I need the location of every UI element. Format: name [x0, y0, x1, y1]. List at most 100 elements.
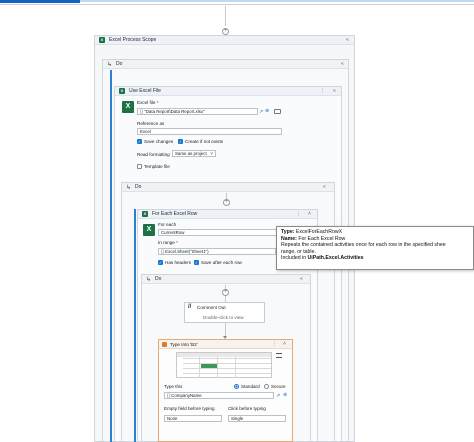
type-into-icon — [162, 342, 167, 347]
create-if-not-exists-checkbox[interactable]: ✓ — [178, 139, 183, 144]
read-formatting-select[interactable]: Same as project ˅ — [172, 150, 216, 157]
for-each-excel-row-title: For Each Excel Row — [152, 211, 198, 217]
read-formatting-label: Read formatting — [137, 152, 170, 157]
comment-out-hint: Double-click to view — [203, 315, 244, 320]
reference-as-input[interactable]: Excel — [137, 128, 282, 135]
excel-process-scope-title: Excel Process Scope — [109, 37, 157, 43]
reference-as-label: Reference as — [137, 121, 165, 126]
standard-label: Standard — [241, 384, 260, 389]
tooltip-included-prefix: Included in — [281, 255, 308, 262]
in-range-value: Excel.Sheet("Sheet1") — [165, 249, 209, 254]
expand-icon[interactable]: ↗ — [259, 109, 263, 115]
tooltip-name-label: Name: — [281, 235, 297, 242]
tooltip-description-line1: Repeats the contained activities once fo… — [281, 242, 446, 249]
type-this-label: Type this — [164, 384, 183, 389]
collapse-icon[interactable]: ˄ — [308, 211, 311, 217]
empty-field-value: None — [167, 416, 178, 421]
activity-tooltip: Type: ExcelForEachRowX Name: For Each Ex… — [276, 226, 474, 270]
more-options-icon[interactable]: ⋮ — [320, 88, 325, 94]
excel-icon: X — [99, 37, 105, 43]
read-formatting-value: Same as project — [175, 151, 207, 156]
add-circle-icon[interactable]: ⊕ — [265, 108, 269, 114]
tooltip-type-value: ExcelForEachRowX — [295, 229, 343, 235]
save-changes-checkbox[interactable]: ✓ — [137, 139, 142, 144]
type-this-input[interactable]: {} CompanyName — [164, 392, 274, 399]
tooltip-name-row: Name: For Each Excel Row — [281, 236, 469, 243]
use-excel-file-header[interactable]: X Use Excel File — [115, 87, 341, 96]
excel-icon: X — [119, 88, 125, 94]
expression-icon: {} — [140, 109, 143, 114]
folder-icon[interactable] — [274, 109, 281, 114]
tooltip-type-label: Type: — [281, 229, 295, 235]
top-progress-strip — [80, 0, 474, 2]
tooltip-name-value: For Each Excel Row — [298, 235, 346, 242]
type-this-value: CompanyName — [171, 393, 202, 398]
do-icon: ↳ — [126, 184, 132, 191]
do-inner-header[interactable]: ↳ Do — [122, 183, 334, 192]
required-marker: * — [176, 240, 178, 245]
chevron-down-icon: ˅ — [210, 151, 213, 156]
excel-file-input[interactable]: {} "Data Report\Data Report.xlsx" — [137, 108, 258, 115]
do-body-title: Do — [155, 276, 162, 282]
do-outer-header[interactable]: ↳ Do — [103, 60, 348, 69]
comment-out-title: Comment Out — [197, 305, 226, 310]
tooltip-description-line2: range, or table. — [281, 248, 316, 255]
expression-icon: {} — [167, 393, 170, 398]
top-tab-indicator — [0, 0, 80, 3]
do-icon: ↳ — [146, 276, 152, 283]
more-options-icon[interactable]: ⋮ — [296, 211, 301, 217]
do-outer-title: Do — [116, 61, 123, 67]
expand-icon[interactable]: ↗ — [276, 393, 280, 399]
more-options-icon[interactable]: ⋮ — [272, 341, 277, 347]
empty-field-select[interactable]: None — [164, 415, 222, 422]
tooltip-included-row: Included in UiPath.Excel.Activities — [281, 255, 469, 262]
template-file-checkbox[interactable] — [137, 164, 142, 169]
connector-line — [225, 6, 226, 26]
excel-file-icon: X — [122, 101, 134, 113]
expression-icon: {} — [161, 249, 164, 254]
empty-field-label: Empty field before typing — [164, 406, 215, 411]
collapse-icon[interactable]: « — [300, 276, 303, 282]
do-inner-title: Do — [135, 184, 142, 190]
add-activity-button[interactable]: + — [222, 289, 229, 296]
template-file-label: Template file — [144, 164, 170, 169]
secure-label: Secure — [271, 384, 286, 389]
collapse-icon[interactable]: « — [346, 37, 349, 43]
menu-icon[interactable] — [276, 353, 282, 358]
collapse-icon[interactable]: « — [333, 88, 336, 94]
tooltip-type-row: Type: ExcelForEachRowX — [281, 229, 469, 236]
selection-rail — [110, 70, 112, 442]
excel-process-scope-header[interactable]: X Excel Process Scope — [95, 36, 354, 45]
excel-file-value: "Data Report\Data Report.xlsx" — [144, 109, 205, 114]
target-screenshot-thumbnail[interactable] — [176, 352, 272, 378]
required-marker: * — [156, 100, 159, 105]
click-before-typing-select[interactable]: Single — [228, 415, 286, 422]
for-each-input[interactable]: CurrentRow — [158, 229, 278, 236]
click-before-typing-value: Single — [231, 416, 244, 421]
excel-file-label-group: Excel file * — [137, 100, 158, 105]
for-each-label: For each — [158, 222, 177, 227]
excel-row-icon: X — [143, 224, 155, 236]
in-range-label: In range — [158, 240, 175, 245]
standard-radio[interactable] — [234, 384, 239, 389]
create-if-not-exists-label: Create if not exists — [185, 139, 224, 144]
for-each-excel-row-header[interactable]: X For Each Excel Row — [138, 210, 317, 219]
collapse-icon[interactable]: « — [323, 184, 326, 190]
save-after-each-row-checkbox[interactable]: ✓ — [194, 260, 199, 265]
has-headers-checkbox[interactable]: ✓ — [158, 260, 163, 265]
tooltip-included-package: UiPath.Excel.Activities — [307, 255, 364, 262]
excel-file-label: Excel file — [137, 100, 156, 105]
save-after-each-row-label: Save after each row — [201, 260, 242, 265]
do-body-header[interactable]: ↳ Do — [142, 275, 310, 284]
type-into-title: Type Into 'B2' — [170, 342, 198, 347]
add-circle-icon[interactable]: ⊕ — [283, 392, 287, 398]
save-changes-label: Save changes — [144, 139, 174, 144]
add-activity-button[interactable]: + — [223, 199, 230, 206]
add-activity-button[interactable]: + — [222, 28, 229, 35]
collapse-icon[interactable]: ˄ — [283, 341, 286, 347]
collapse-icon[interactable]: « — [341, 61, 344, 67]
selection-rail — [134, 209, 136, 442]
in-range-input[interactable]: {} Excel.Sheet("Sheet1") — [158, 248, 276, 255]
secure-radio[interactable] — [264, 384, 269, 389]
in-range-label-group: In range * — [158, 240, 178, 245]
